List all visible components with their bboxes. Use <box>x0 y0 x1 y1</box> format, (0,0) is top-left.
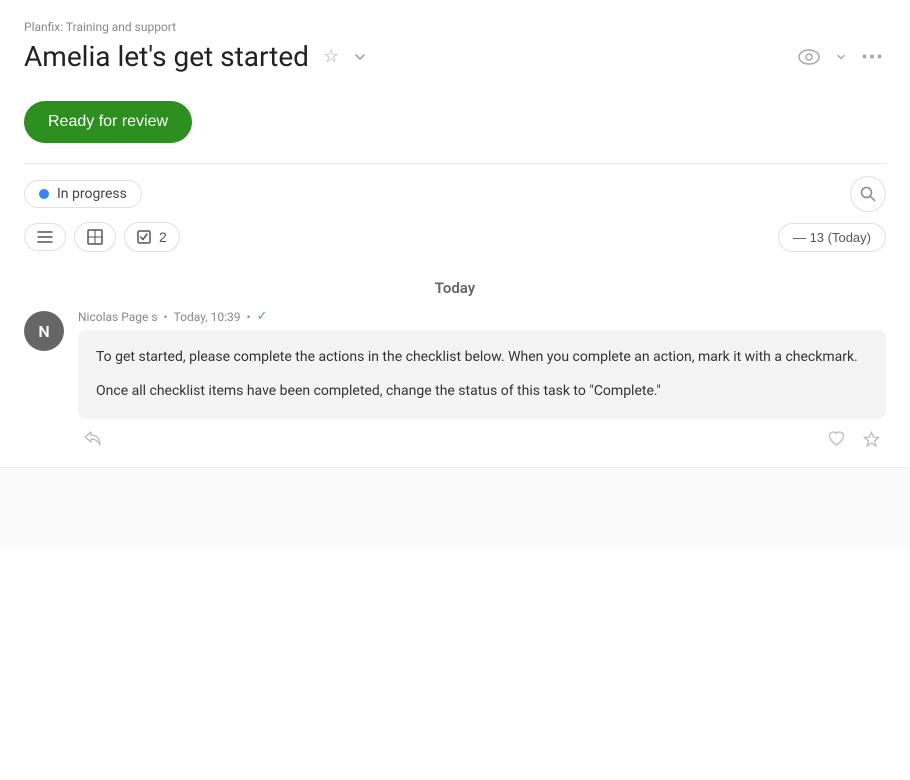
comment-right-actions <box>824 427 884 451</box>
breadcrumb: Planfix: Training and support <box>24 20 886 34</box>
comment-actions <box>78 419 886 451</box>
comment-author: Nicolas Page s <box>78 310 158 324</box>
comment-timestamp: Today, 10:39 <box>174 310 241 324</box>
comment-meta: Nicolas Page s • Today, 10:39 • ✓ <box>78 309 886 324</box>
star-comment-button[interactable] <box>859 427 884 451</box>
in-progress-label: In progress <box>57 186 127 202</box>
chevron-down-icon <box>353 46 367 67</box>
header-actions <box>794 45 886 69</box>
comment-paragraph-2: Once all checklist items have been compl… <box>96 380 868 402</box>
comment-paragraph-1: To get started, please complete the acti… <box>96 346 868 368</box>
lines-button[interactable] <box>24 223 66 251</box>
star-button[interactable]: ☆ <box>319 42 343 71</box>
ready-for-review-button[interactable]: Ready for review <box>24 101 192 143</box>
reply-button[interactable] <box>80 427 106 451</box>
comment-separator: • <box>164 310 168 324</box>
header: Planfix: Training and support Amelia let… <box>0 0 910 85</box>
divider-row: In progress <box>24 163 886 212</box>
align-button[interactable] <box>74 222 116 252</box>
checklist-button[interactable]: 2 <box>124 222 180 252</box>
page-title: Amelia let's get started <box>24 40 309 73</box>
search-button[interactable] <box>850 176 886 212</box>
eye-dropdown-button[interactable] <box>832 48 850 66</box>
date-range-button[interactable]: — 13 (Today) <box>778 223 886 252</box>
status-section: Ready for review <box>0 85 910 143</box>
today-section: Today <box>0 262 910 309</box>
checklist-count: 2 <box>159 229 167 245</box>
like-button[interactable] <box>824 427 849 451</box>
status-dot <box>39 189 49 199</box>
comment-checkmark: ✓ <box>257 309 268 324</box>
toolbar-left: 2 <box>24 222 180 252</box>
comment-bubble: To get started, please complete the acti… <box>78 330 886 419</box>
in-progress-badge[interactable]: In progress <box>24 180 142 208</box>
more-options-button[interactable] <box>858 50 886 63</box>
comment-row: N Nicolas Page s • Today, 10:39 • ✓ To g… <box>24 309 886 451</box>
title-left: Amelia let's get started ☆ <box>24 40 371 73</box>
title-row: Amelia let's get started ☆ <box>24 40 886 73</box>
title-icons: ☆ <box>319 42 371 71</box>
comment-separator2: • <box>247 310 251 324</box>
comment-body: Nicolas Page s • Today, 10:39 • ✓ To get… <box>78 309 886 451</box>
avatar: N <box>24 311 64 351</box>
today-label: Today <box>435 279 475 297</box>
star-icon: ☆ <box>323 46 339 67</box>
dropdown-button[interactable] <box>349 42 371 71</box>
comment-area: N Nicolas Page s • Today, 10:39 • ✓ To g… <box>0 309 910 451</box>
bottom-area <box>0 467 910 547</box>
toolbar-row: 2 — 13 (Today) <box>0 212 910 262</box>
eye-button[interactable] <box>794 45 824 69</box>
